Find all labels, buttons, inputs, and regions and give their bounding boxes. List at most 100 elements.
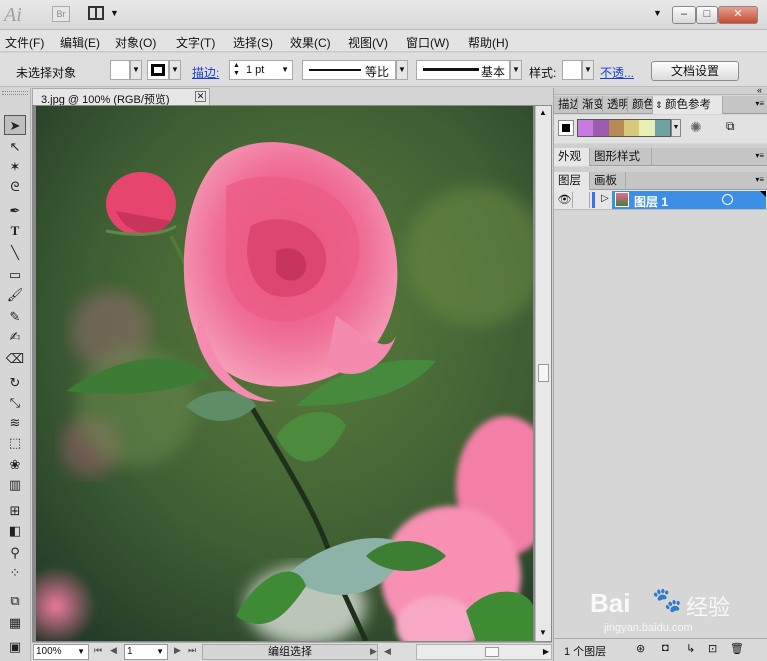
menu-effect[interactable]: 效果(C) [290, 34, 331, 51]
panel-menu-icon[interactable]: ▾≡ [755, 99, 764, 108]
tab-artboards[interactable]: 画板 [590, 172, 626, 190]
pencil-tool-icon[interactable]: ✎ [4, 307, 26, 327]
close-button[interactable]: ✕ [718, 6, 758, 24]
harmony-swatch[interactable] [593, 120, 609, 136]
lasso-tool-icon[interactable]: ᘓ [4, 177, 26, 197]
tab-transparency[interactable]: 透明 [603, 96, 628, 114]
collapse-panels-icon[interactable]: « [757, 85, 762, 95]
tab-gradient[interactable]: 渐变 [578, 96, 603, 114]
layer-name-highlight[interactable]: 图层 1 [612, 191, 766, 209]
horizontal-scroll-thumb[interactable] [485, 647, 499, 657]
profile-dropdown[interactable]: ▼ [396, 60, 408, 80]
tab-appearance[interactable]: 外观 [554, 148, 590, 166]
harmony-swatch[interactable] [654, 120, 670, 136]
vertical-scroll-thumb[interactable] [538, 364, 549, 382]
first-artboard-icon[interactable]: ⏮ [94, 645, 102, 656]
free-transform-tool-icon[interactable]: ⬚ [4, 433, 26, 453]
document-setup-button[interactable]: 文档设置 [651, 61, 739, 81]
artboard-field[interactable]: 1 ▼ [124, 644, 168, 660]
brush-definition[interactable]: 基本 [416, 60, 510, 80]
lock-toggle[interactable] [574, 192, 590, 208]
stroke-dropdown[interactable]: ▼ [169, 60, 181, 80]
gradient-tool-icon[interactable]: ◧ [4, 521, 26, 541]
panel-menu-icon[interactable]: ▾≡ [755, 175, 764, 184]
tools-grip[interactable] [2, 91, 28, 95]
tab-color[interactable]: 颜色 [628, 96, 653, 114]
slice-tool-icon[interactable]: ▦ [4, 613, 26, 633]
rectangle-tool-icon[interactable]: ▭ [4, 265, 26, 285]
harmony-swatch[interactable] [639, 120, 655, 136]
selection-tool-icon[interactable]: ➤ [4, 115, 26, 135]
variable-width-profile[interactable]: 等比 [302, 60, 396, 80]
status-menu-icon[interactable]: ▶ [370, 646, 377, 657]
arrange-documents-button[interactable]: ▼ [88, 6, 120, 22]
paintbrush-tool-icon[interactable]: 🖌 [4, 285, 26, 305]
menu-object[interactable]: 对象(O) [115, 34, 156, 51]
harmony-swatches[interactable] [577, 119, 671, 137]
tab-stroke[interactable]: 描边 [554, 96, 578, 114]
rotate-tool-icon[interactable]: ↻ [4, 373, 26, 393]
stroke-color-swatch[interactable] [147, 60, 169, 80]
symbol-sprayer-tool-icon[interactable]: ❀ [4, 455, 26, 475]
bridge-button[interactable]: Br [52, 6, 70, 22]
pen-tool-icon[interactable]: ✒ [4, 201, 26, 221]
menu-type[interactable]: 文字(T) [176, 34, 215, 51]
panel-menu-icon[interactable]: ▾≡ [755, 151, 764, 160]
base-color-swatch[interactable] [558, 120, 574, 136]
scroll-right-icon[interactable]: ▶ [543, 647, 549, 656]
expand-layer-icon[interactable]: ▷ [601, 193, 609, 204]
menu-file[interactable]: 文件(F) [5, 34, 44, 51]
document-tab[interactable]: 3.jpg @ 100% (RGB/预览) ✕ [32, 88, 210, 106]
save-color-group-icon[interactable]: ⧉ [726, 119, 735, 134]
stepper-icon[interactable]: ▲ ▼ [233, 62, 240, 78]
blend-tool-icon[interactable]: ⁘ [4, 563, 26, 583]
opacity-link[interactable]: 不透... [600, 64, 634, 81]
maximize-button[interactable]: □ [696, 6, 718, 24]
workspace-dropdown-icon[interactable]: ▼ [653, 8, 662, 18]
menu-view[interactable]: 视图(V) [348, 34, 388, 51]
type-tool-icon[interactable]: T [4, 221, 26, 241]
magic-wand-tool-icon[interactable]: ✶ [4, 157, 26, 177]
scroll-left-icon[interactable]: ◀ [384, 646, 391, 657]
fill-dropdown[interactable]: ▼ [130, 60, 142, 80]
previous-artboard-icon[interactable]: ◀ [110, 645, 117, 656]
graphic-style-dropdown[interactable]: ▼ [582, 60, 594, 80]
next-artboard-icon[interactable]: ▶ [174, 645, 181, 656]
menu-window[interactable]: 窗口(W) [406, 34, 449, 51]
minimize-button[interactable]: – [672, 6, 696, 24]
menu-help[interactable]: 帮助(H) [468, 34, 509, 51]
visibility-eye-icon[interactable]: 👁 [557, 192, 573, 208]
tab-graphic-styles[interactable]: 图形样式 [590, 148, 652, 166]
horizontal-scrollbar[interactable]: ▶ [416, 644, 552, 660]
vertical-scrollbar[interactable]: ▲ ▼ [535, 106, 551, 641]
mesh-tool-icon[interactable]: ⊞ [4, 501, 26, 521]
tab-color-guide[interactable]: ⇕ 颜色参考 [653, 96, 723, 114]
harmony-dropdown[interactable]: ▼ [671, 119, 681, 137]
harmony-swatch[interactable] [623, 120, 640, 136]
blob-brush-tool-icon[interactable]: ✍ [4, 327, 26, 347]
color-wheel-icon[interactable]: ✺ [690, 119, 702, 136]
stroke-label-link[interactable]: 描边: [192, 64, 219, 81]
brush-dropdown[interactable]: ▼ [510, 60, 522, 80]
column-graph-tool-icon[interactable]: ▥ [4, 475, 26, 495]
menu-edit[interactable]: 编辑(E) [60, 34, 100, 51]
stroke-weight-field[interactable]: ▲ ▼ 1 pt ▼ [229, 60, 293, 80]
zoom-field[interactable]: 100% ▼ [33, 644, 89, 660]
screen-mode-icon[interactable]: ▣ [4, 637, 26, 657]
target-circle-icon[interactable] [722, 194, 733, 205]
eyedropper-tool-icon[interactable]: ⚲ [4, 543, 26, 563]
scroll-down-icon[interactable]: ▼ [539, 628, 547, 637]
close-tab-icon[interactable]: ✕ [195, 91, 206, 102]
layer-row[interactable]: 👁 ▷ 图层 1 [554, 190, 767, 210]
harmony-swatch[interactable] [608, 120, 624, 136]
harmony-swatch[interactable] [578, 120, 594, 136]
menu-select[interactable]: 选择(S) [233, 34, 273, 51]
graphic-style-swatch[interactable] [562, 60, 582, 80]
artboard-tool-icon[interactable]: ⧉ [4, 591, 26, 611]
last-artboard-icon[interactable]: ⏭ [188, 645, 196, 656]
panel-grip[interactable]: « [554, 85, 767, 95]
eraser-tool-icon[interactable]: ⌫ [4, 349, 26, 369]
scale-tool-icon[interactable]: ⤡ [4, 393, 26, 413]
tab-layers[interactable]: 图层 [554, 172, 590, 190]
line-tool-icon[interactable]: ╲ [4, 243, 26, 263]
